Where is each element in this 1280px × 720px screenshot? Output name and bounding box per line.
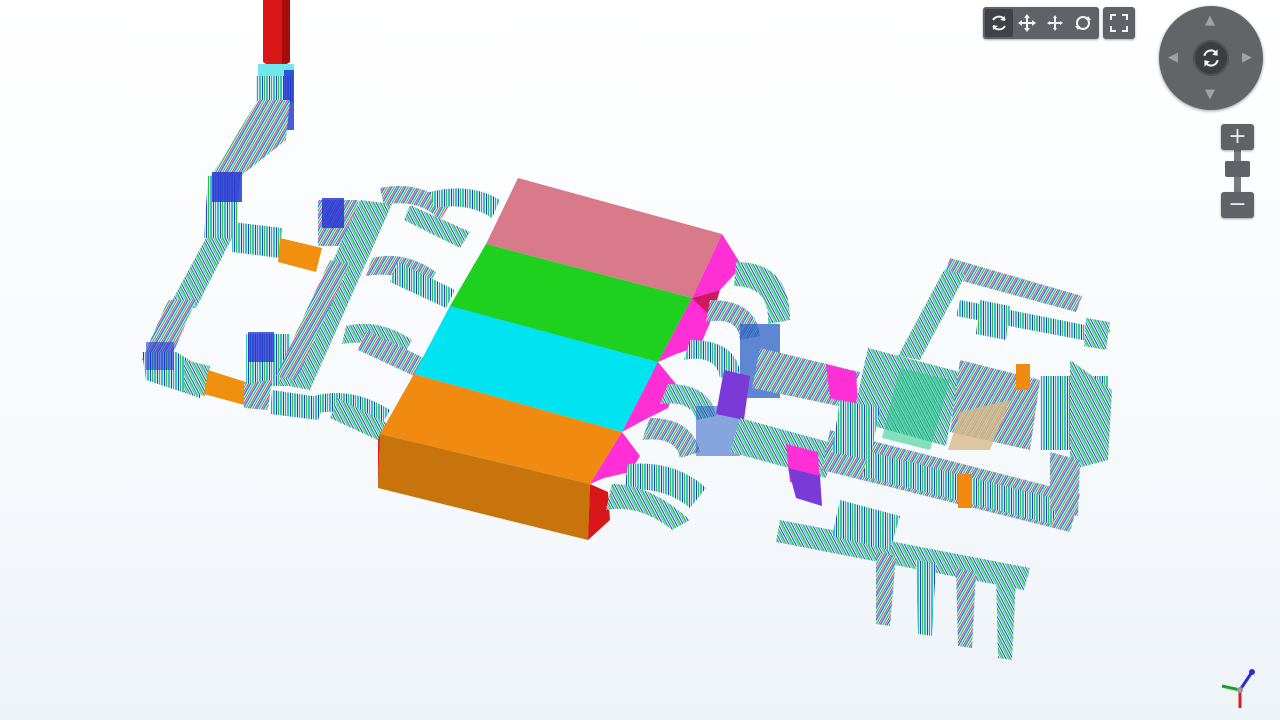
zoom-in-button[interactable]: + (1221, 124, 1254, 150)
rotate-center-button[interactable] (1193, 40, 1229, 76)
fullscreen-tool-group (1103, 7, 1135, 39)
fullscreen-icon (1110, 14, 1128, 32)
zoom-out-button[interactable]: − (1221, 192, 1254, 218)
orbit-alt-tool-button[interactable] (1069, 9, 1097, 37)
view-toolbar (983, 7, 1135, 39)
orbit-alt-icon (1075, 16, 1091, 30)
pan-zoom-tool-button[interactable] (1041, 9, 1069, 37)
process-plant[interactable] (776, 258, 1112, 660)
bottom-tab-strip (0, 714, 420, 720)
model-viewport[interactable] (0, 0, 1280, 720)
axis-triad-icon (1221, 669, 1255, 708)
orbit-tool-button[interactable] (985, 9, 1013, 37)
pan-tool-button[interactable] (1013, 9, 1041, 37)
zoom-control: + − (1221, 124, 1254, 219)
orbit-icon (992, 15, 1006, 31)
orbit-right-arrow-icon[interactable]: ▶ (1242, 51, 1252, 64)
pan-icon (1018, 14, 1036, 32)
navigation-wheel[interactable]: ▲ ▼ ◀ ▶ (1159, 6, 1263, 110)
pan-zoom-icon (1047, 15, 1063, 31)
navigation-tool-group (983, 7, 1099, 39)
zoom-slider-thumb[interactable] (1225, 161, 1250, 177)
rotate-icon (1203, 49, 1219, 67)
orbit-down-arrow-icon[interactable]: ▼ (1205, 88, 1215, 101)
fullscreen-button[interactable] (1105, 9, 1133, 37)
orbit-left-arrow-icon[interactable]: ◀ (1168, 51, 1178, 64)
orbit-up-arrow-icon[interactable]: ▲ (1205, 14, 1215, 27)
